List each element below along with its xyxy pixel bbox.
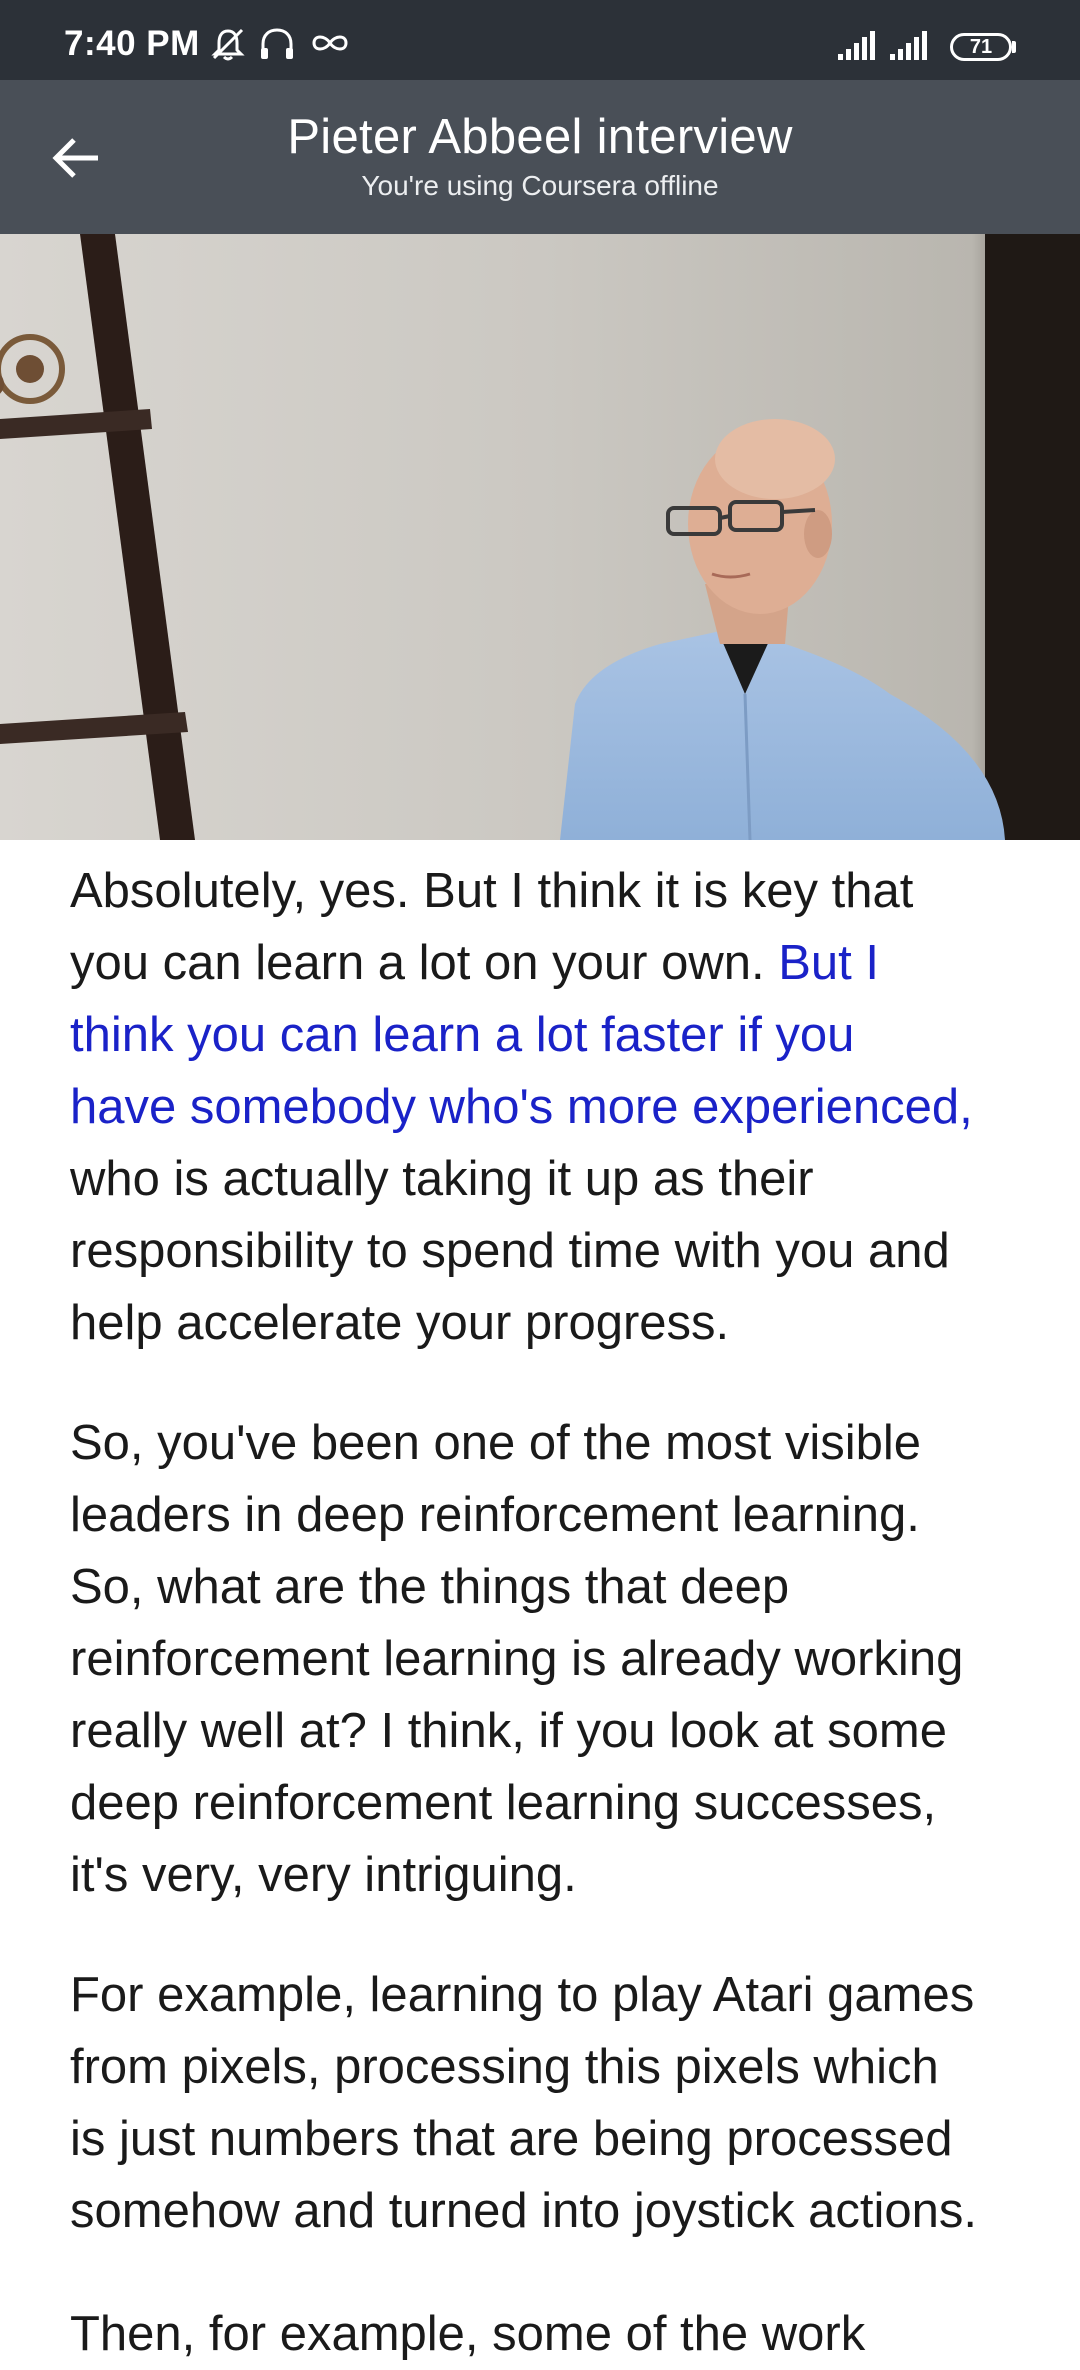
- transcript-line: deep reinforcement learning successes,: [70, 1776, 937, 1830]
- transcript-line: somehow and turned into joystick actions…: [70, 2184, 977, 2238]
- signal-icon: [838, 30, 880, 66]
- transcript-line: who is actually taking it up as their: [70, 1152, 814, 1206]
- transcript-text: you can learn a lot on your own.: [70, 936, 779, 990]
- transcript-line: responsibility to spend time with you an…: [70, 1224, 950, 1278]
- transcript-line: help accelerate your progress.: [70, 1296, 730, 1350]
- transcript-line: it's very, very intriguing.: [70, 1848, 577, 1902]
- signal-icon: [890, 30, 932, 66]
- arrow-left-icon: [36, 132, 116, 184]
- page-title: Pieter Abbeel interview: [287, 110, 793, 164]
- infinity-icon: [310, 32, 350, 68]
- transcript-line: So, you've been one of the most visible: [70, 1416, 922, 1470]
- battery-tip: [1012, 41, 1016, 53]
- current-caption[interactable]: have somebody who's more experienced,: [70, 1071, 1030, 1143]
- transcript-line: For example, learning to play Atari game…: [70, 1968, 975, 2022]
- transcript-line: Absolutely, yes. But I think it is key t…: [70, 864, 914, 918]
- transcript-paragraph: For example, learning to play Atari game…: [70, 1959, 1030, 2247]
- transcript-line: So, what are the things that deep: [70, 1560, 790, 1614]
- battery-level: 71: [969, 36, 993, 58]
- video-frame: [0, 234, 1080, 840]
- transcript-line: you can learn a lot on your own. But I: [70, 927, 1030, 999]
- muted-bell-icon: [210, 26, 246, 62]
- current-caption[interactable]: think you can learn a lot faster if you: [70, 999, 1030, 1071]
- transcript-line: really well at? I think, if you look at …: [70, 1704, 947, 1758]
- headphones-icon: [258, 26, 296, 62]
- transcript-line-partial: Then, for example, some of the work: [70, 2307, 866, 2361]
- transcript-line: from pixels, processing this pixels whic…: [70, 2040, 939, 2094]
- video-player[interactable]: [0, 234, 1080, 840]
- status-time: 7:40 PM: [64, 24, 200, 63]
- offline-subtitle: You're using Coursera offline: [361, 170, 719, 201]
- transcript-line: reinforcement learning is already workin…: [70, 1632, 964, 1686]
- status-bar: 7:40 PM 71: [0, 0, 1080, 80]
- transcript-line: is just numbers that are being processed: [70, 2112, 953, 2166]
- battery-icon: 71: [950, 33, 1012, 61]
- title-block: Pieter Abbeel interview You're using Cou…: [180, 108, 900, 204]
- transcript-line: leaders in deep reinforcement learning.: [70, 1488, 920, 1542]
- transcript-paragraph: So, you've been one of the most visible …: [70, 1407, 1030, 1911]
- app-bar: Pieter Abbeel interview You're using Cou…: [0, 80, 1080, 234]
- transcript: Absolutely, yes. But I think it is key t…: [70, 855, 1030, 2295]
- current-caption[interactable]: But I: [778, 936, 879, 990]
- back-button[interactable]: [36, 118, 116, 198]
- transcript-paragraph: Absolutely, yes. But I think it is key t…: [70, 855, 1030, 1359]
